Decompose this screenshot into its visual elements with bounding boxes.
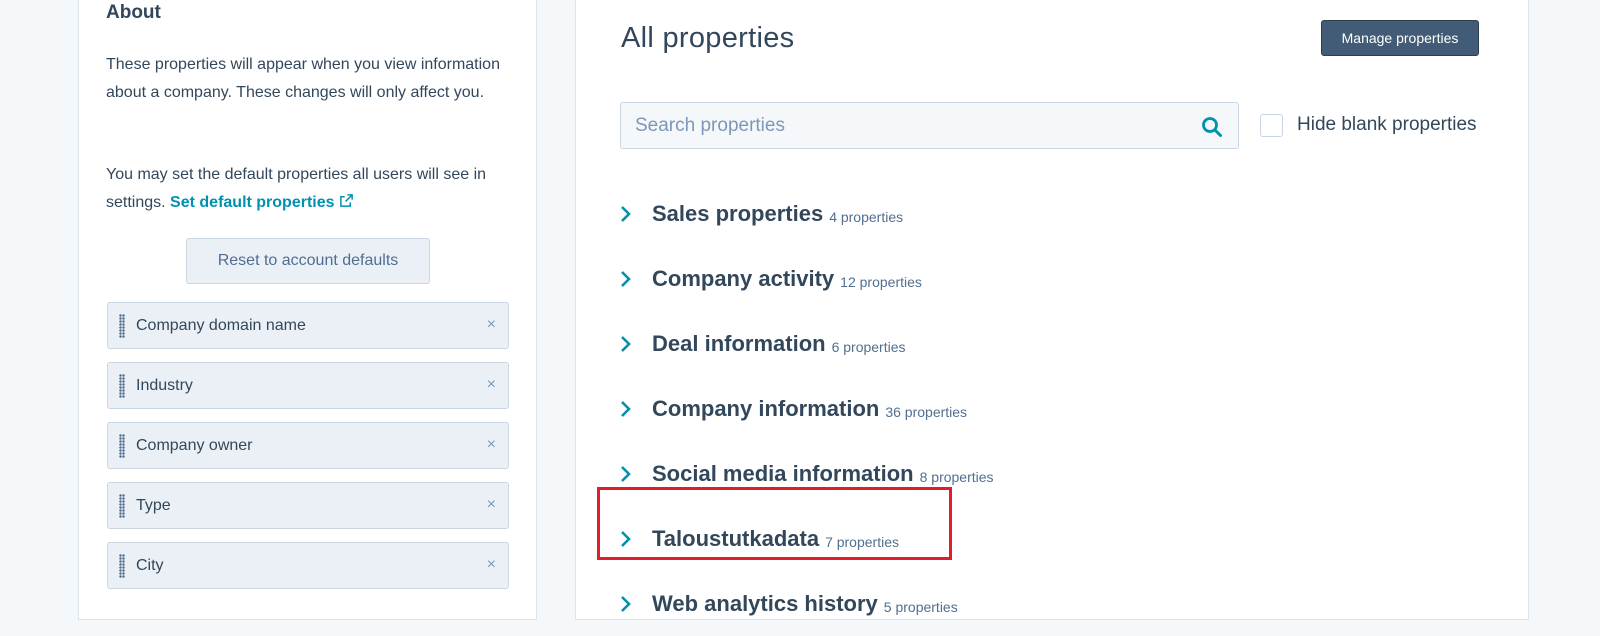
external-link-icon (339, 190, 354, 218)
group-name: Company information (652, 395, 880, 421)
about-property-label: City (136, 557, 164, 574)
set-default-properties-label: Set default properties (170, 194, 335, 211)
group-count: 4 properties (829, 208, 904, 225)
manage-properties-button[interactable]: Manage properties (1321, 20, 1479, 56)
about-property-label: Type (136, 497, 171, 514)
drag-handle-icon[interactable] (119, 374, 125, 398)
chevron-right-icon[interactable] (620, 465, 650, 483)
group-count: 36 properties (885, 403, 968, 420)
drag-handle-icon[interactable] (119, 554, 125, 578)
group-count: 6 properties (831, 338, 906, 355)
about-property-item[interactable]: Company domain name × (107, 302, 509, 349)
hide-blank-label: Hide blank properties (1297, 114, 1477, 135)
about-title: About (106, 2, 161, 23)
group-count: 7 properties (825, 533, 899, 550)
about-panel: About These properties will appear when … (78, 0, 537, 620)
all-properties-panel: All properties Manage properties Hide bl… (575, 0, 1529, 620)
group-name: Social media information (652, 460, 914, 486)
property-group-company-information[interactable]: Company information 36 properties (620, 376, 994, 441)
group-count: 12 properties (840, 273, 922, 290)
property-group-list: Sales properties 4 properties Company ac… (620, 181, 994, 636)
property-group-deal-information[interactable]: Deal information 6 properties (620, 311, 994, 376)
search-icon[interactable] (1201, 116, 1223, 143)
about-description: These properties will appear when you vi… (106, 56, 500, 101)
group-count: 5 properties (883, 598, 958, 615)
property-group-sales-properties[interactable]: Sales properties 4 properties (620, 181, 994, 246)
hide-blank-checkbox[interactable] (1260, 113, 1283, 137)
chevron-right-icon[interactable] (620, 270, 650, 288)
about-property-item[interactable]: City × (107, 542, 509, 589)
drag-handle-icon[interactable] (119, 314, 125, 338)
close-icon[interactable]: × (487, 556, 496, 574)
about-property-label: Company domain name (136, 317, 306, 334)
drag-handle-icon[interactable] (119, 494, 125, 518)
chevron-right-icon[interactable] (620, 205, 650, 223)
about-property-label: Industry (136, 377, 193, 394)
group-name: Deal information (652, 330, 826, 356)
close-icon[interactable]: × (487, 316, 496, 334)
about-property-item[interactable]: Industry × (107, 362, 509, 409)
reset-to-account-defaults-button[interactable]: Reset to account defaults (186, 238, 430, 284)
property-group-social-media-information[interactable]: Social media information 8 properties (620, 441, 994, 506)
property-group-taloustutkadata[interactable]: Taloustutkadata 7 properties (620, 506, 994, 571)
group-name: Sales properties (652, 200, 824, 226)
close-icon[interactable]: × (487, 376, 496, 394)
about-property-item[interactable]: Company owner × (107, 422, 509, 469)
group-name: Company activity (652, 265, 835, 291)
close-icon[interactable]: × (487, 436, 496, 454)
property-group-company-activity[interactable]: Company activity 12 properties (620, 246, 994, 311)
about-property-label: Company owner (136, 437, 253, 454)
about-property-list: Company domain name × Industry × Company… (107, 302, 509, 602)
chevron-right-icon[interactable] (620, 530, 650, 548)
search-box (620, 102, 1239, 149)
search-input[interactable] (621, 103, 1181, 148)
set-default-properties-link[interactable]: Set default properties (170, 194, 353, 211)
chevron-right-icon[interactable] (620, 400, 650, 418)
page-title: All properties (621, 22, 795, 54)
hide-blank-properties-toggle[interactable]: Hide blank properties (1260, 112, 1477, 138)
default-properties-note: You may set the default properties all u… (106, 161, 516, 218)
group-name: Taloustutkadata (652, 525, 820, 551)
drag-handle-icon[interactable] (119, 434, 125, 458)
about-property-item[interactable]: Type × (107, 482, 509, 529)
chevron-right-icon[interactable] (620, 335, 650, 353)
group-count: 8 properties (919, 468, 994, 485)
close-icon[interactable]: × (487, 496, 496, 514)
